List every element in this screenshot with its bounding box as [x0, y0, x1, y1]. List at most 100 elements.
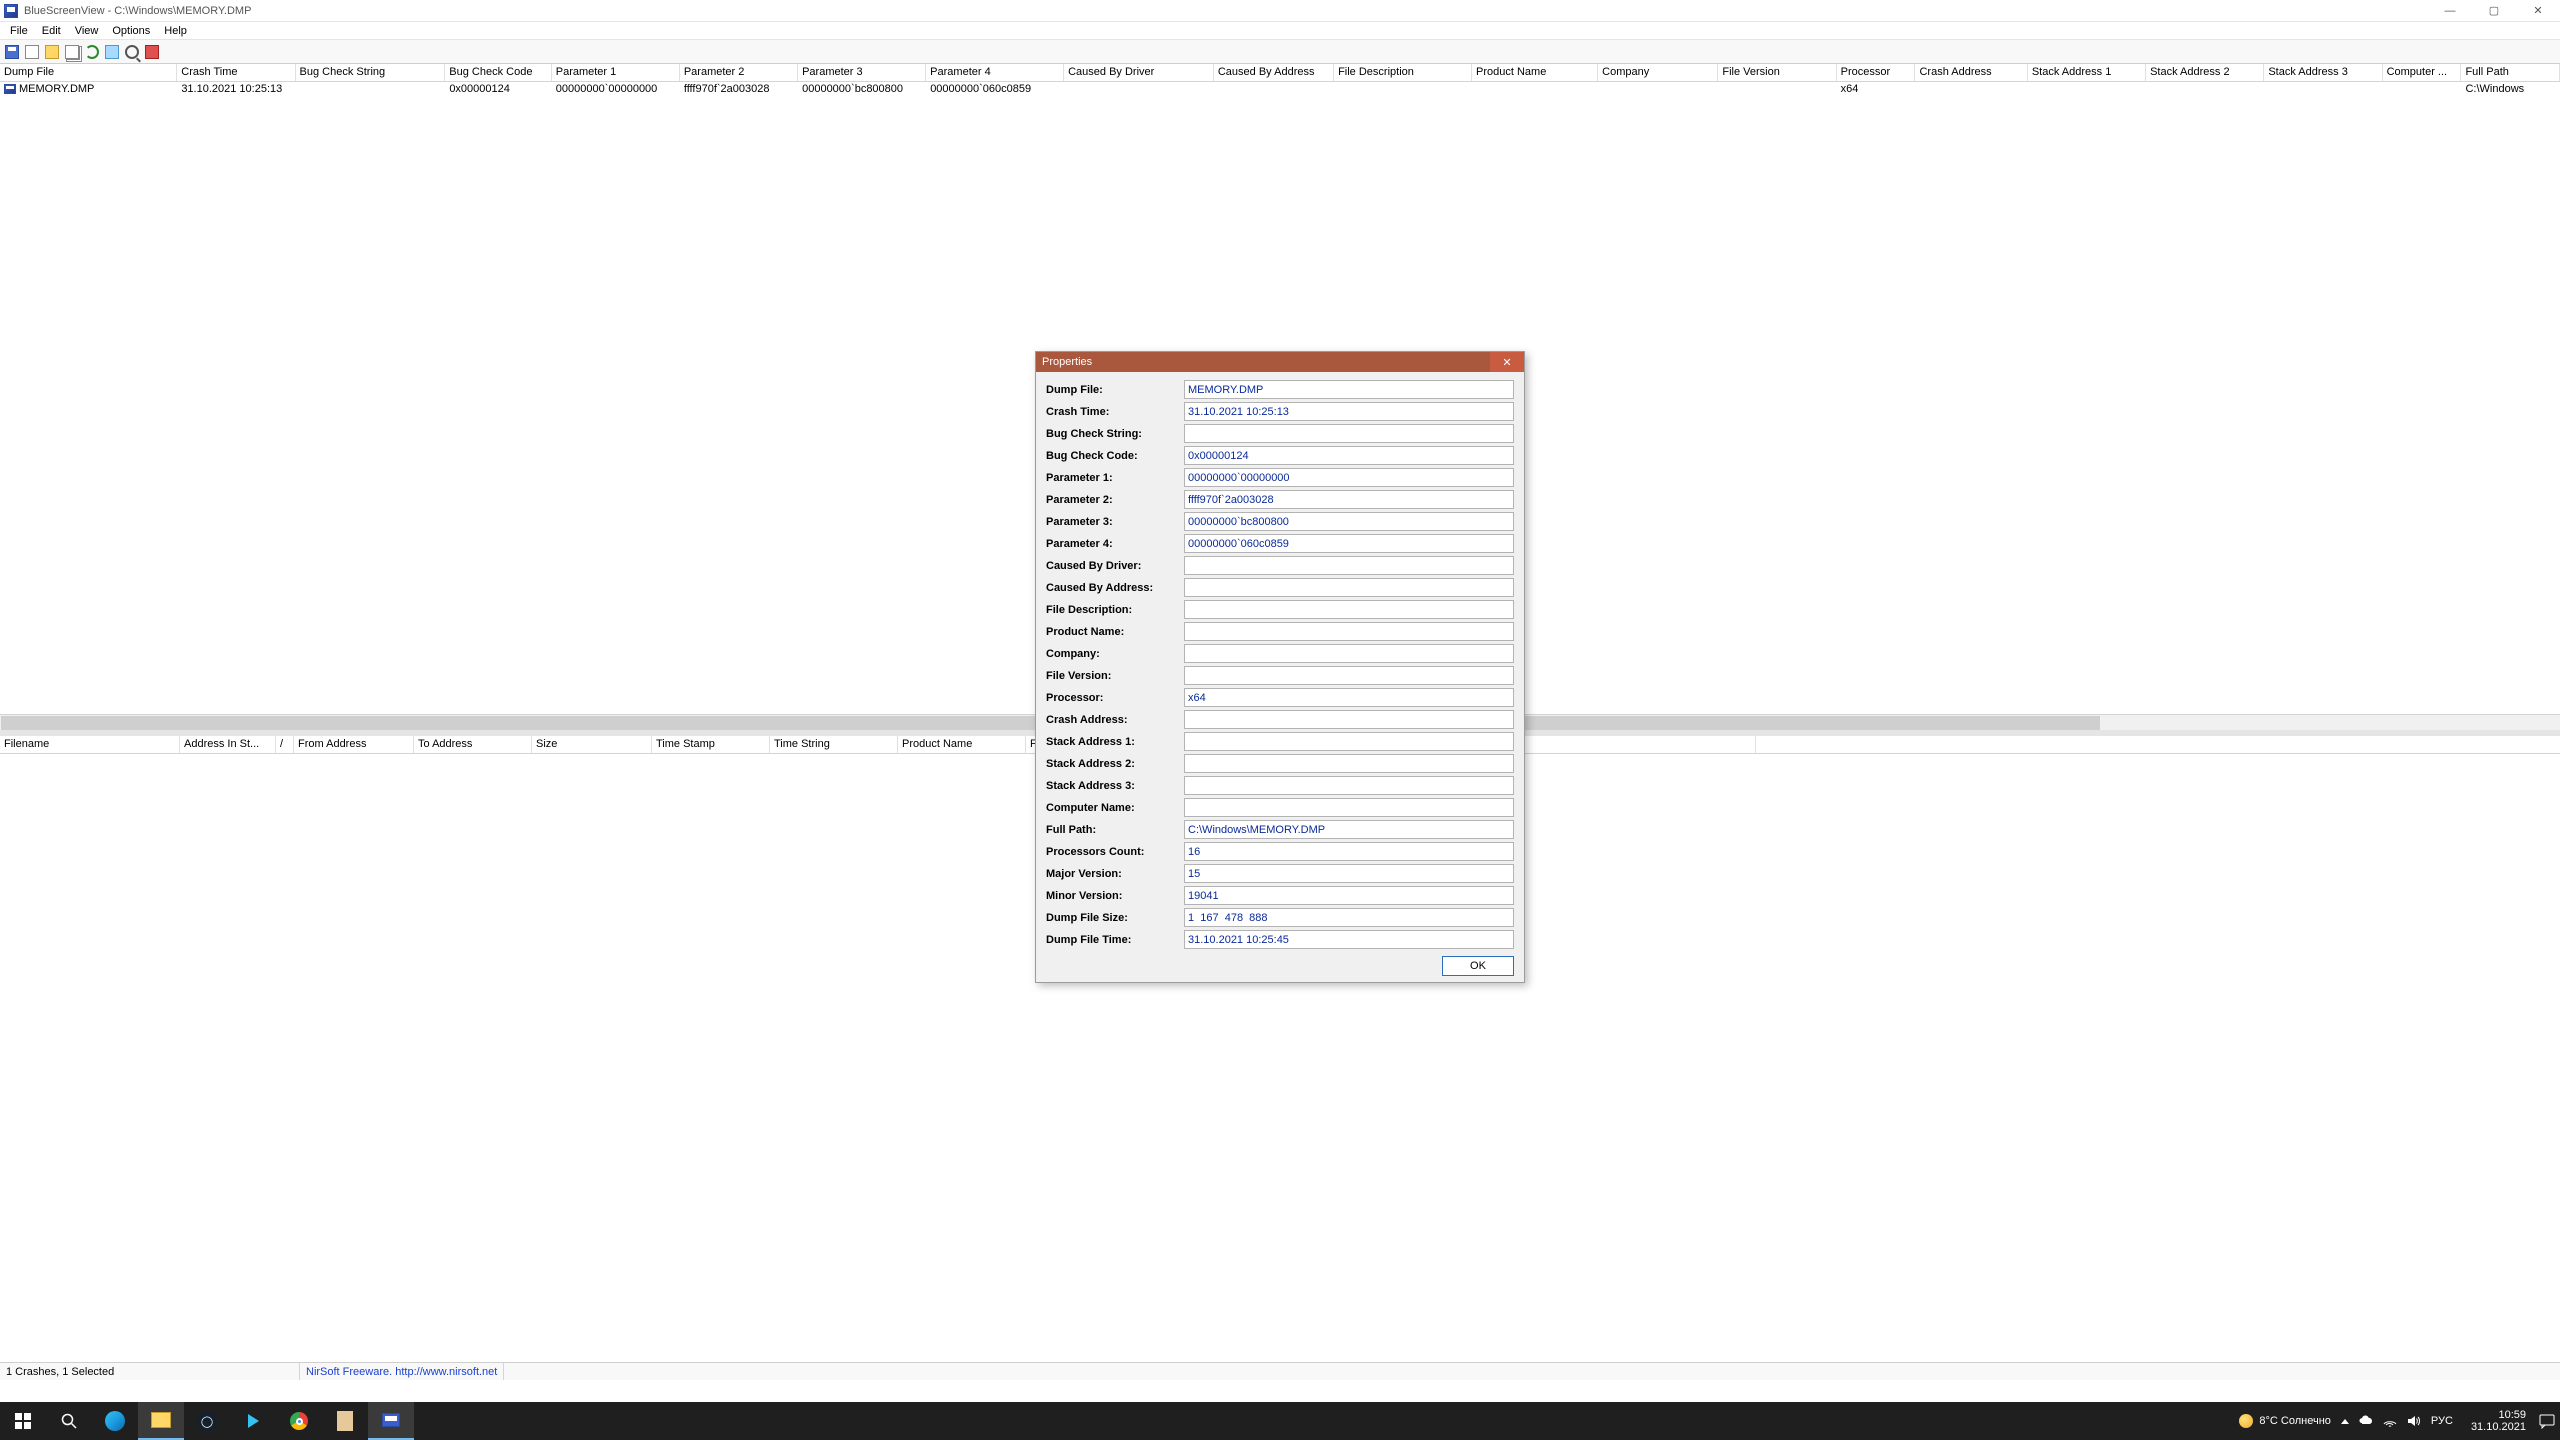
exit-icon[interactable] [143, 43, 161, 61]
property-value[interactable] [1184, 688, 1514, 707]
close-button[interactable]: ✕ [2516, 0, 2560, 22]
property-value[interactable] [1184, 622, 1514, 641]
save-icon[interactable] [3, 43, 21, 61]
column-header[interactable]: Crash Address [1915, 64, 2027, 81]
start-button[interactable] [0, 1402, 46, 1440]
property-value[interactable] [1184, 798, 1514, 817]
property-value[interactable] [1184, 578, 1514, 597]
volume-icon[interactable] [2407, 1414, 2421, 1428]
property-value[interactable] [1184, 666, 1514, 685]
property-value[interactable] [1184, 776, 1514, 795]
property-value[interactable] [1184, 534, 1514, 553]
notification-icon[interactable] [2534, 1402, 2560, 1440]
property-value[interactable] [1184, 446, 1514, 465]
taskbar-app-icon[interactable] [230, 1402, 276, 1440]
property-value[interactable] [1184, 600, 1514, 619]
column-header[interactable]: Filename [0, 736, 180, 753]
onedrive-icon[interactable] [2359, 1414, 2373, 1428]
column-header[interactable]: Caused By Address [1214, 64, 1334, 81]
column-header[interactable]: Processor [1837, 64, 1916, 81]
menu-file[interactable]: File [4, 24, 34, 38]
maximize-button[interactable]: ▢ [2472, 0, 2516, 22]
cell: 00000000`060c0859 [926, 82, 1064, 97]
taskbar-bluescreenview-icon[interactable] [368, 1402, 414, 1440]
property-label: Crash Time: [1046, 406, 1184, 418]
column-header[interactable]: / [276, 736, 294, 753]
find-icon[interactable] [123, 43, 141, 61]
column-header[interactable]: Parameter 2 [680, 64, 798, 81]
property-value[interactable] [1184, 402, 1514, 421]
column-header[interactable]: Size [532, 736, 652, 753]
column-header[interactable]: File Description [1334, 64, 1472, 81]
property-value[interactable] [1184, 908, 1514, 927]
property-value[interactable] [1184, 424, 1514, 443]
column-header[interactable]: Parameter 3 [798, 64, 926, 81]
property-value[interactable] [1184, 644, 1514, 663]
column-header[interactable]: File Version [1718, 64, 1836, 81]
property-value[interactable] [1184, 886, 1514, 905]
refresh-icon[interactable] [83, 43, 101, 61]
menu-edit[interactable]: Edit [36, 24, 67, 38]
column-header[interactable]: Address In St... [180, 736, 276, 753]
property-value[interactable] [1184, 754, 1514, 773]
property-value[interactable] [1184, 512, 1514, 531]
taskbar-steam-icon[interactable]: ◯ [184, 1402, 230, 1440]
property-value[interactable] [1184, 556, 1514, 575]
column-header[interactable]: Parameter 1 [552, 64, 680, 81]
top-grid-header[interactable]: Dump FileCrash TimeBug Check StringBug C… [0, 64, 2560, 82]
copy-icon[interactable] [63, 43, 81, 61]
menu-options[interactable]: Options [106, 24, 156, 38]
property-value[interactable] [1184, 864, 1514, 883]
menu-help[interactable]: Help [158, 24, 193, 38]
open-icon[interactable] [43, 43, 61, 61]
status-link[interactable]: NirSoft Freeware. http://www.nirsoft.net [300, 1363, 504, 1380]
tray-chevron-icon[interactable] [2341, 1419, 2349, 1424]
taskbar-chrome-icon[interactable] [276, 1402, 322, 1440]
property-value[interactable] [1184, 820, 1514, 839]
column-header[interactable]: Crash Time [177, 64, 295, 81]
weather-widget[interactable]: 8°C Солнечно [2239, 1414, 2331, 1428]
dialog-close-icon[interactable]: ✕ [1490, 352, 1524, 372]
column-header[interactable]: Parameter 4 [926, 64, 1064, 81]
minimize-button[interactable]: — [2428, 0, 2472, 22]
language-indicator[interactable]: РУС [2431, 1415, 2453, 1427]
column-header[interactable]: Product Name [1472, 64, 1598, 81]
column-header[interactable]: From Address [294, 736, 414, 753]
column-header[interactable]: Dump File [0, 64, 177, 81]
property-value[interactable] [1184, 710, 1514, 729]
property-value[interactable] [1184, 490, 1514, 509]
column-header[interactable]: Bug Check String [296, 64, 446, 81]
ok-button[interactable]: OK [1442, 956, 1514, 976]
column-header[interactable]: Computer ... [2383, 64, 2462, 81]
property-label: Parameter 4: [1046, 538, 1184, 550]
column-header[interactable]: Bug Check Code [445, 64, 551, 81]
search-icon[interactable] [46, 1402, 92, 1440]
taskbar-edge-icon[interactable] [92, 1402, 138, 1440]
column-header[interactable]: Stack Address 3 [2264, 64, 2382, 81]
property-value[interactable] [1184, 380, 1514, 399]
property-value[interactable] [1184, 468, 1514, 487]
column-header[interactable]: Stack Address 2 [2146, 64, 2264, 81]
new-icon[interactable] [23, 43, 41, 61]
property-value[interactable] [1184, 732, 1514, 751]
taskbar-explorer-icon[interactable] [138, 1402, 184, 1440]
column-header[interactable]: Stack Address 1 [2028, 64, 2146, 81]
menu-view[interactable]: View [69, 24, 105, 38]
column-header[interactable]: Full Path [2461, 64, 2560, 81]
column-header[interactable]: Time Stamp [652, 736, 770, 753]
property-row: Minor Version: [1046, 886, 1514, 905]
system-tray[interactable]: РУС [2331, 1414, 2463, 1428]
dialog-titlebar[interactable]: Properties ✕ [1036, 352, 1524, 372]
clock[interactable]: 10:59 31.10.2021 [2463, 1409, 2534, 1433]
table-row[interactable]: MEMORY.DMP31.10.2021 10:25:130x000001240… [0, 82, 2560, 97]
column-header[interactable]: To Address [414, 736, 532, 753]
property-value[interactable] [1184, 842, 1514, 861]
column-header[interactable]: Product Name [898, 736, 1026, 753]
properties-icon[interactable] [103, 43, 121, 61]
network-icon[interactable] [2383, 1414, 2397, 1428]
property-value[interactable] [1184, 930, 1514, 949]
taskbar-app2-icon[interactable] [322, 1402, 368, 1440]
column-header[interactable]: Company [1598, 64, 1718, 81]
column-header[interactable]: Time String [770, 736, 898, 753]
column-header[interactable]: Caused By Driver [1064, 64, 1214, 81]
